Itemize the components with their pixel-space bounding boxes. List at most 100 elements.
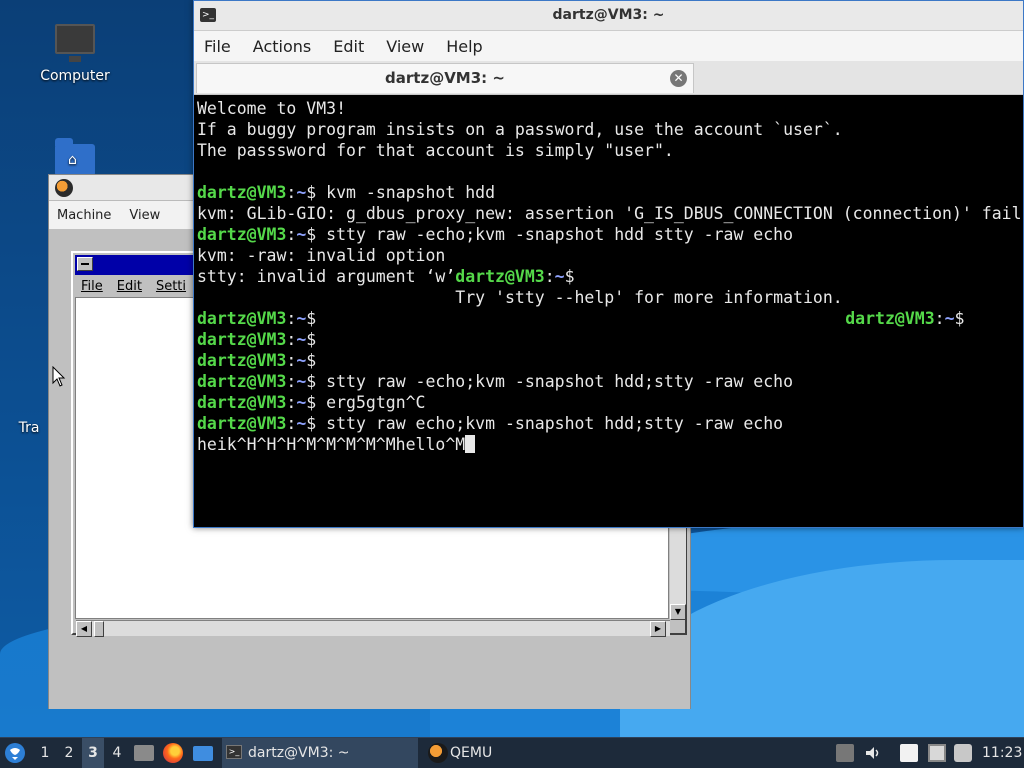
- terminal-line: stty: invalid argument ‘w’dartz@VM3:~$: [197, 267, 575, 286]
- prompt-path: ~: [296, 183, 307, 202]
- firefox-icon: [163, 743, 183, 763]
- computer-icon: [55, 24, 95, 62]
- network-icon[interactable]: [928, 744, 946, 762]
- app-menu-button[interactable]: [4, 738, 30, 768]
- terminal-titlebar[interactable]: >_ dartz@VM3: ~: [194, 1, 1023, 31]
- terminal-tab[interactable]: dartz@VM3: ~ ✕: [196, 63, 694, 93]
- task-qemu[interactable]: QEMU: [424, 738, 624, 768]
- menu-help[interactable]: Help: [446, 37, 482, 56]
- desktop-icon-computer[interactable]: Computer: [25, 24, 125, 84]
- terminal-line: If a buggy program insists on a password…: [197, 120, 843, 139]
- taskbar: 1 2 3 4 >_ dartz@VM3: ~ QEMU 11:23: [0, 737, 1024, 768]
- horizontal-scrollbar[interactable]: ◀ ▶: [76, 620, 670, 637]
- command-text: stty raw -echo;kvm -snapshot hdd stty -r…: [326, 225, 794, 244]
- menu-edit[interactable]: Edit: [333, 37, 364, 56]
- guest-menu-edit[interactable]: Edit: [117, 279, 142, 294]
- workspace-1[interactable]: 1: [34, 738, 56, 768]
- prompt-user: dartz@VM3: [197, 414, 287, 433]
- terminal-line: dartz@VM3:~$: [197, 351, 317, 370]
- qemu-menu-machine[interactable]: Machine: [57, 208, 111, 223]
- command-text: erg5gtgn^C: [326, 393, 426, 412]
- terminal-line: dartz@VM3:~$: [197, 330, 317, 349]
- terminal-line: dartz@VM3:~$ dartz@VM3:~$: [197, 309, 965, 328]
- terminal-line: kvm: GLib-GIO: g_dbus_proxy_new: asserti…: [197, 204, 1022, 223]
- workspace-4[interactable]: 4: [106, 738, 128, 768]
- prompt-path: ~: [296, 225, 307, 244]
- terminal-line: dartz@VM3:~$ stty raw echo;kvm -snapshot…: [197, 414, 784, 433]
- command-text: kvm -snapshot hdd: [326, 183, 496, 202]
- prompt-path: ~: [944, 309, 955, 328]
- prompt-path: ~: [554, 267, 565, 286]
- prompt-user: dartz@VM3: [197, 351, 287, 370]
- prompt-path: ~: [296, 330, 307, 349]
- qemu-menu-view[interactable]: View: [129, 208, 160, 223]
- scroll-thumb[interactable]: [94, 621, 104, 637]
- prompt-path: ~: [296, 372, 307, 391]
- command-text: stty raw echo;kvm -snapshot hdd;stty -ra…: [326, 414, 784, 433]
- terminal-line: The passsword for that account is simply…: [197, 141, 674, 160]
- terminal-window-title: dartz@VM3: ~: [552, 7, 665, 23]
- task-label: QEMU: [450, 745, 493, 761]
- terminal-window[interactable]: >_ dartz@VM3: ~ File Actions Edit View H…: [193, 0, 1024, 528]
- prompt-user: dartz@VM3: [197, 330, 287, 349]
- command-text: stty raw -echo;kvm -snapshot hdd;stty -r…: [326, 372, 794, 391]
- prompt-user: dartz@VM3: [197, 393, 287, 412]
- prompt-user: dartz@VM3: [455, 267, 545, 286]
- menu-view[interactable]: View: [386, 37, 424, 56]
- terminal-line: dartz@VM3:~$ stty raw -echo;kvm -snapsho…: [197, 372, 794, 391]
- prompt-path: ~: [296, 309, 307, 328]
- terminal-line: dartz@VM3:~$ stty raw -echo;kvm -snapsho…: [197, 225, 794, 244]
- menu-actions[interactable]: Actions: [253, 37, 311, 56]
- prompt-user: dartz@VM3: [197, 225, 287, 244]
- scroll-left-icon[interactable]: ◀: [76, 621, 92, 637]
- prompt-user: dartz@VM3: [197, 372, 287, 391]
- prompt-path: ~: [296, 351, 307, 370]
- prompt-path: ~: [296, 393, 307, 412]
- clock[interactable]: 11:23: [982, 738, 1022, 768]
- scroll-down-icon[interactable]: ▼: [670, 604, 686, 620]
- notification-icon[interactable]: [836, 744, 854, 762]
- prompt-user: dartz@VM3: [197, 309, 287, 328]
- terminal-menubar: File Actions Edit View Help: [194, 31, 1023, 61]
- terminal-line: kvm: -raw: invalid option: [197, 246, 446, 265]
- prompt-user: dartz@VM3: [845, 309, 935, 328]
- terminal-line: dartz@VM3:~$ erg5gtgn^C: [197, 393, 426, 412]
- close-icon[interactable]: ✕: [670, 70, 687, 87]
- file-manager-launcher[interactable]: [134, 738, 156, 768]
- home-folder-icon: ⌂: [55, 138, 95, 176]
- desktop-launcher[interactable]: [193, 738, 215, 768]
- output-text: heik^H^H^H^M^M^M^M^Mhello^M: [197, 435, 466, 454]
- guest-menu-settings[interactable]: Setti: [156, 279, 186, 294]
- firefox-launcher[interactable]: [163, 738, 185, 768]
- qemu-icon: [428, 743, 448, 763]
- terminal-line: dartz@VM3:~$ kvm -snapshot hdd: [197, 183, 496, 202]
- task-terminal[interactable]: >_ dartz@VM3: ~: [222, 738, 418, 768]
- terminal-output[interactable]: Welcome to VM3! If a buggy program insis…: [194, 96, 1023, 527]
- prompt-user: dartz@VM3: [197, 183, 287, 202]
- clipboard-icon[interactable]: [900, 744, 918, 762]
- terminal-line: Welcome to VM3!: [197, 99, 347, 118]
- menu-file[interactable]: File: [204, 37, 231, 56]
- terminal-tabbar: dartz@VM3: ~ ✕: [194, 61, 1023, 95]
- lxqt-menu-icon: [5, 743, 25, 763]
- qemu-logo-icon: [55, 179, 73, 197]
- system-menu-icon[interactable]: [77, 257, 93, 271]
- workspace-3[interactable]: 3: [82, 738, 104, 768]
- terminal-tab-title: dartz@VM3: ~: [385, 69, 505, 87]
- output-text: stty: invalid argument ‘w’: [197, 267, 456, 286]
- scroll-right-icon[interactable]: ▶: [650, 621, 666, 637]
- mouse-pointer-icon: [52, 366, 66, 387]
- file-manager-icon: [134, 745, 154, 761]
- workspace-2[interactable]: 2: [58, 738, 80, 768]
- desktop-icon-label: Computer: [40, 68, 110, 84]
- volume-icon[interactable]: [864, 744, 882, 762]
- terminal-line: Try 'stty --help' for more information.: [197, 288, 843, 307]
- task-label: dartz@VM3: ~: [248, 745, 350, 761]
- display-icon[interactable]: [954, 744, 972, 762]
- guest-menu-file[interactable]: File: [81, 279, 103, 294]
- terminal-line: heik^H^H^H^M^M^M^M^Mhello^M: [197, 434, 1023, 455]
- prompt-path: ~: [296, 414, 307, 433]
- text-cursor: [465, 435, 476, 453]
- show-desktop-icon: [193, 746, 213, 761]
